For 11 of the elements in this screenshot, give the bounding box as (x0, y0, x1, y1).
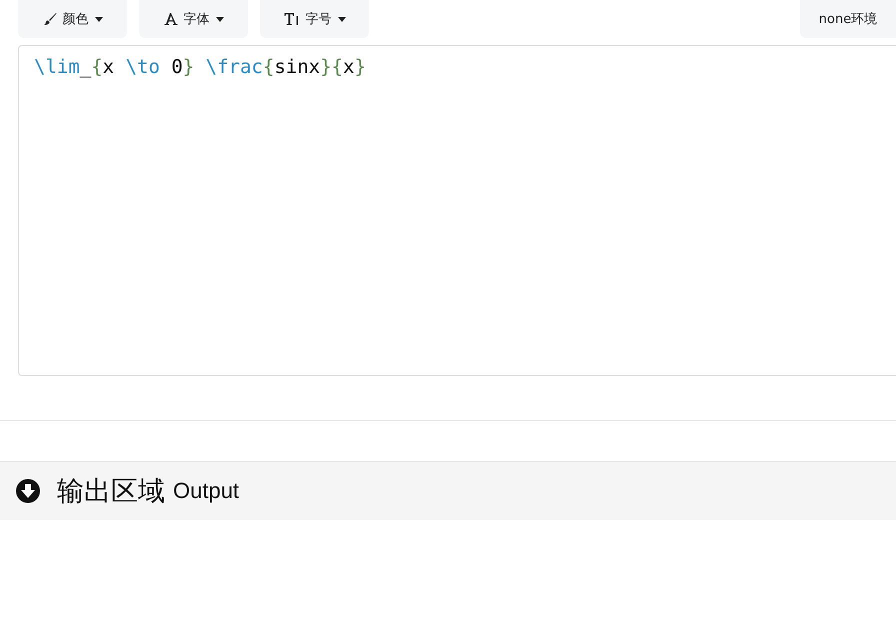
code-editor[interactable]: \lim_{x \to 0} \frac{sinx}{x} (18, 45, 896, 376)
output-subtitle: Output (173, 478, 240, 504)
output-title: 输出区域 (57, 475, 165, 509)
code-line: \lim_{x \to 0} \frac{sinx}{x} (34, 56, 367, 78)
brush-icon (42, 12, 56, 26)
font-icon (164, 12, 178, 26)
text-size-icon (284, 12, 300, 26)
toolbar-button[interactable]: 字号 (260, 0, 369, 38)
toolbar-button[interactable]: 字体 (139, 0, 248, 38)
toolbar-button[interactable]: 颜色 (18, 0, 127, 38)
environment-button[interactable]: none环境 (800, 0, 896, 38)
